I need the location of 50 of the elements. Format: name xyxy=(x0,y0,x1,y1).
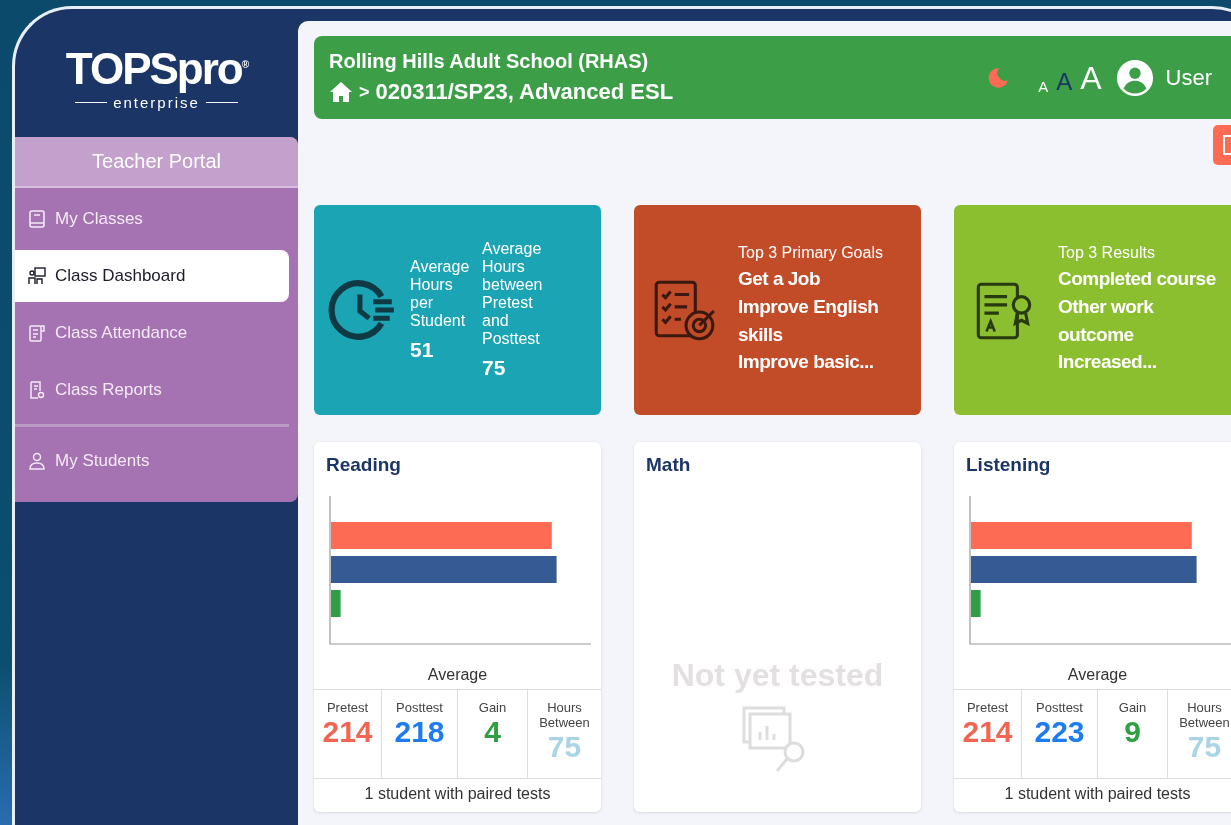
breadcrumb-class[interactable]: 020311/SP23, Advanced ESL xyxy=(375,79,674,105)
logo-wordmark: TOPSpro$^{®}$ xyxy=(65,43,248,94)
list-entry: Completed course xyxy=(1058,267,1217,292)
font-size-button[interactable]: A xyxy=(1036,78,1051,94)
portal-title: Teacher Portal xyxy=(15,137,298,188)
card-title: Top 3 Primary Goals xyxy=(738,244,884,263)
stat-label: Hours Between xyxy=(1178,700,1231,730)
stat-value: 9 xyxy=(1123,715,1142,749)
list-entry: Improve basic... xyxy=(738,350,875,375)
list-entry: Get a Job xyxy=(738,267,822,292)
font-size-button[interactable]: A xyxy=(1078,61,1104,94)
sidebar-item[interactable]: Class Dashboard xyxy=(15,250,289,302)
stat-value: 75 xyxy=(546,730,583,764)
stat-value: 214 xyxy=(321,715,374,749)
stat-label: Posttest xyxy=(1035,700,1084,715)
sidebar-item[interactable]: My Students xyxy=(15,435,289,487)
stat-value: 4 xyxy=(483,715,502,749)
panel-title: Reading xyxy=(325,453,402,476)
school-name: Rolling Hills Adult School (RHAS) xyxy=(329,50,650,73)
panel-title: Math xyxy=(645,453,692,476)
metric-label: Average Hours between Pretest and Posttest xyxy=(482,240,544,348)
stat-label: Pretest xyxy=(965,700,1010,715)
stat-value: 223 xyxy=(1033,715,1086,749)
card-title: Top 3 Results xyxy=(1058,244,1156,263)
stat-label: Hours Between xyxy=(538,700,591,730)
stat-label: Gain xyxy=(1117,700,1148,715)
user-name[interactable]: User xyxy=(1165,64,1212,91)
logo-subtitle: enterprise xyxy=(113,93,200,111)
stat-label: Posttest xyxy=(395,700,444,715)
chart-label: Average xyxy=(954,666,1231,690)
stat-label: Pretest xyxy=(325,700,370,715)
stat-label: Gain xyxy=(477,700,508,715)
sidebar-item[interactable]: My Classes xyxy=(15,193,289,245)
list-entry: Other work outcome xyxy=(1058,294,1155,347)
chart-label: Average xyxy=(314,666,601,690)
breadcrumb-separator: > xyxy=(359,81,370,103)
stat-value: 214 xyxy=(961,715,1014,749)
panel-footer: 1 student with paired tests xyxy=(954,779,1231,803)
metric-value: 75 xyxy=(482,356,507,380)
stat-value: 218 xyxy=(393,715,446,749)
font-size-button[interactable]: A xyxy=(1054,69,1075,94)
metric-value: 51 xyxy=(410,338,435,362)
metric-label: Average Hours per Student xyxy=(410,258,471,330)
sidebar-item[interactable]: Class Reports xyxy=(15,364,289,416)
panel-footer: 1 student with paired tests xyxy=(314,779,601,803)
list-entry: Improve English skills xyxy=(738,294,880,347)
list-entry: Increased... xyxy=(1058,350,1158,375)
sidebar-item[interactable]: Class Attendance xyxy=(15,307,289,359)
stat-value: 75 xyxy=(1186,730,1223,764)
panel-title: Listening xyxy=(965,453,1052,476)
